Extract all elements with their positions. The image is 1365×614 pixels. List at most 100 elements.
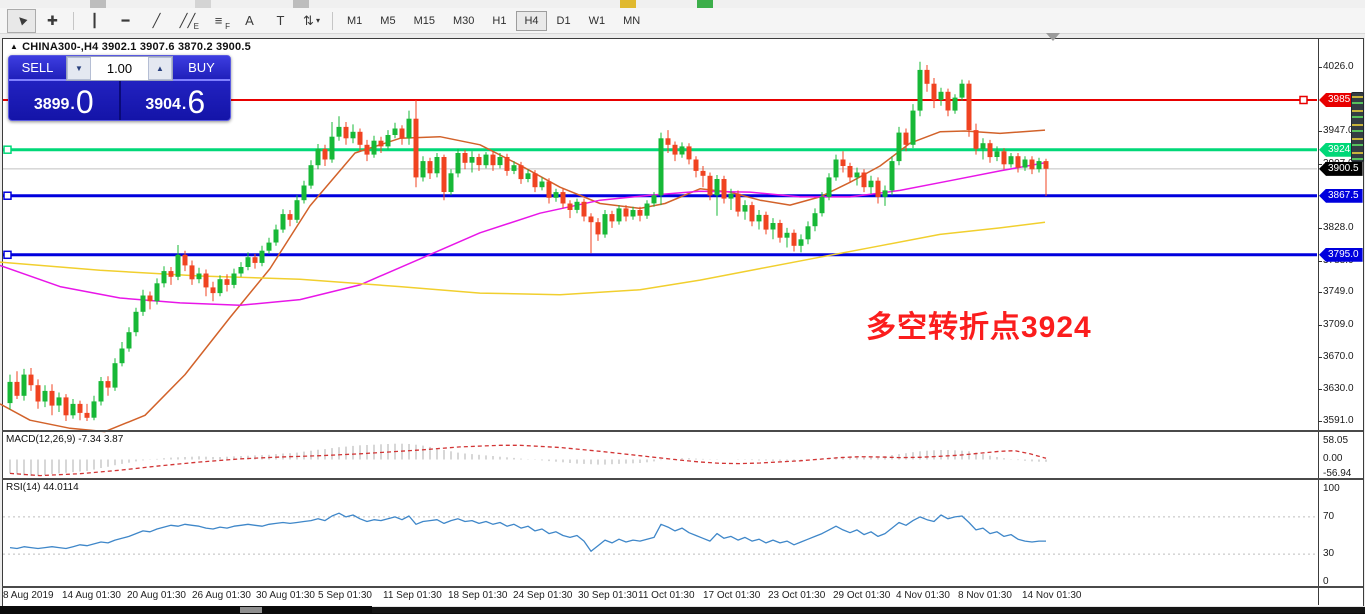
volume-increase-button[interactable]: ▲ <box>148 57 172 80</box>
trendline-tool[interactable]: ╱ <box>142 9 171 33</box>
timeframe-group: M1M5M15M30H1H4D1W1MN <box>338 11 649 31</box>
text-label-tool[interactable]: T <box>266 9 295 33</box>
chart-title-text: CHINA300-,H4 3902.1 3907.6 3870.2 3900.5 <box>22 41 251 53</box>
price-axis-divider <box>1318 38 1319 605</box>
timeframe-button-d1[interactable]: D1 <box>549 11 579 31</box>
price-tick-dash <box>1318 164 1322 165</box>
equidistant-channel-tool[interactable]: ╱╱E <box>173 9 202 33</box>
price-tick-dash <box>1318 131 1322 132</box>
price-tick-label: 3630.0 <box>1323 383 1354 394</box>
date-label: 14 Nov 01:30 <box>1022 590 1082 601</box>
date-label: 11 Sep 01:30 <box>383 590 442 601</box>
pane-divider-rsi[interactable] <box>2 478 1363 480</box>
rsi-scale-label: 30 <box>1323 548 1334 559</box>
timeframe-button-m30[interactable]: M30 <box>445 11 482 31</box>
date-label: 30 Aug 01:30 <box>256 590 315 601</box>
rsi-label: RSI(14) 44.0114 <box>6 482 79 493</box>
buy-price-big-digit: 6 <box>187 88 205 117</box>
price-tick-dash <box>1318 292 1322 293</box>
pane-divider-dates <box>2 586 1363 588</box>
buy-price-main: 3904 <box>145 97 181 113</box>
text-tool[interactable]: A <box>235 9 264 33</box>
rsi-scale-label: 0 <box>1323 576 1329 587</box>
date-label: 18 Sep 01:30 <box>448 590 508 601</box>
date-label: 8 Nov 01:30 <box>958 590 1012 601</box>
date-label: 24 Sep 01:30 <box>513 590 573 601</box>
price-tick-label: 3670.0 <box>1323 351 1354 362</box>
clipped-bottom-bar <box>0 606 1365 614</box>
volume-decrease-button[interactable]: ▼ <box>67 57 91 80</box>
price-tick-dash <box>1318 261 1322 262</box>
last-bar-marker-icon <box>1046 33 1060 41</box>
buy-price-dot: . <box>182 97 186 113</box>
collapse-panel-icon[interactable]: ▲ <box>10 42 18 51</box>
timeframe-button-m1[interactable]: M1 <box>339 11 370 31</box>
cursor-tool[interactable]: ► <box>7 9 36 33</box>
clipped-icon <box>697 0 713 8</box>
chart-text-annotation: 多空转折点3924 <box>866 302 1092 346</box>
price-tick-dash <box>1318 421 1322 422</box>
chart-area[interactable] <box>2 38 1364 607</box>
timeframe-button-m5[interactable]: M5 <box>372 11 403 31</box>
price-tick-dash <box>1318 325 1322 326</box>
date-label: 26 Aug 01:30 <box>192 590 251 601</box>
price-tick-label: 3591.0 <box>1323 415 1354 426</box>
sell-button[interactable]: SELL <box>9 56 66 81</box>
macd-scale-label: -56.94 <box>1323 468 1351 479</box>
timeframe-button-h1[interactable]: H1 <box>484 11 514 31</box>
price-badge-3867.5: 3867.5 <box>1319 189 1363 203</box>
price-tick-dash <box>1318 228 1322 229</box>
date-label: 30 Sep 01:30 <box>578 590 638 601</box>
date-label: 20 Aug 01:30 <box>127 590 186 601</box>
timeframe-button-m15[interactable]: M15 <box>406 11 443 31</box>
arrows-tool[interactable]: ⇅▾ <box>297 9 326 33</box>
date-label: 11 Oct 01:30 <box>638 590 695 601</box>
price-tick-dash <box>1318 67 1322 68</box>
volume-value[interactable]: 1.00 <box>91 57 148 80</box>
sell-price-main: 3899 <box>34 97 70 113</box>
clipped-icon <box>195 0 211 8</box>
chart-title: ▲ CHINA300-,H4 3902.1 3907.6 3870.2 3900.… <box>10 41 251 53</box>
date-label: 5 Sep 01:30 <box>318 590 372 601</box>
volume-spinner: ▼ 1.00 ▲ <box>66 56 173 81</box>
price-tick-label: 3828.0 <box>1323 222 1354 233</box>
price-tick-dash <box>1318 357 1322 358</box>
timeframe-button-mn[interactable]: MN <box>615 11 648 31</box>
buy-price[interactable]: 3904.6 <box>119 81 231 120</box>
price-tick-dash <box>1318 389 1322 390</box>
buy-button[interactable]: BUY <box>173 56 230 81</box>
clipped-icon <box>293 0 309 8</box>
horizontal-line-tool[interactable]: ━ <box>111 9 140 33</box>
macd-scale-label: 0.00 <box>1323 453 1342 464</box>
toolbar: ►✚ ┃━╱╱╱E≡FAT⇅▾ M1M5M15M30H1H4D1W1MN <box>0 8 1365 34</box>
clipped-icon <box>90 0 106 8</box>
toolbar-separator <box>73 12 74 30</box>
timeframe-button-w1[interactable]: W1 <box>581 11 614 31</box>
date-label: 17 Oct 01:30 <box>703 590 760 601</box>
bottom-bar-segment <box>372 606 1365 613</box>
price-badge-3900.5: 3900.5 <box>1319 162 1363 176</box>
rsi-scale-label: 70 <box>1323 511 1334 522</box>
date-label: 29 Oct 01:30 <box>833 590 890 601</box>
fibonacci-tool[interactable]: ≡F <box>204 9 233 33</box>
price-tick-label: 3749.0 <box>1323 286 1354 297</box>
crosshair-tool[interactable]: ✚ <box>38 9 67 33</box>
price-tick-label: 3709.0 <box>1323 319 1354 330</box>
drawing-tools-group: ►✚ ┃━╱╱╱E≡FAT⇅▾ <box>6 9 338 33</box>
date-label: 8 Aug 2019 <box>3 590 54 601</box>
date-label: 4 Nov 01:30 <box>896 590 950 601</box>
price-badge-3795.0: 3795.0 <box>1319 248 1363 262</box>
bottom-bar-segment <box>240 607 262 613</box>
mini-scrollbar[interactable] <box>1351 92 1364 162</box>
macd-scale-label: 58.05 <box>1323 435 1348 446</box>
toolbar-separator <box>332 12 333 30</box>
pane-divider-macd[interactable] <box>2 430 1363 432</box>
timeframe-button-h4[interactable]: H4 <box>516 11 546 31</box>
macd-label: MACD(12,26,9) -7.34 3.87 <box>6 434 123 445</box>
clipped-icon <box>620 0 636 8</box>
sell-price-big-digit: 0 <box>76 88 94 117</box>
vertical-line-tool[interactable]: ┃ <box>80 9 109 33</box>
sell-price[interactable]: 3899.0 <box>9 81 119 120</box>
sell-price-dot: . <box>70 97 74 113</box>
rsi-scale-label: 100 <box>1323 483 1340 494</box>
